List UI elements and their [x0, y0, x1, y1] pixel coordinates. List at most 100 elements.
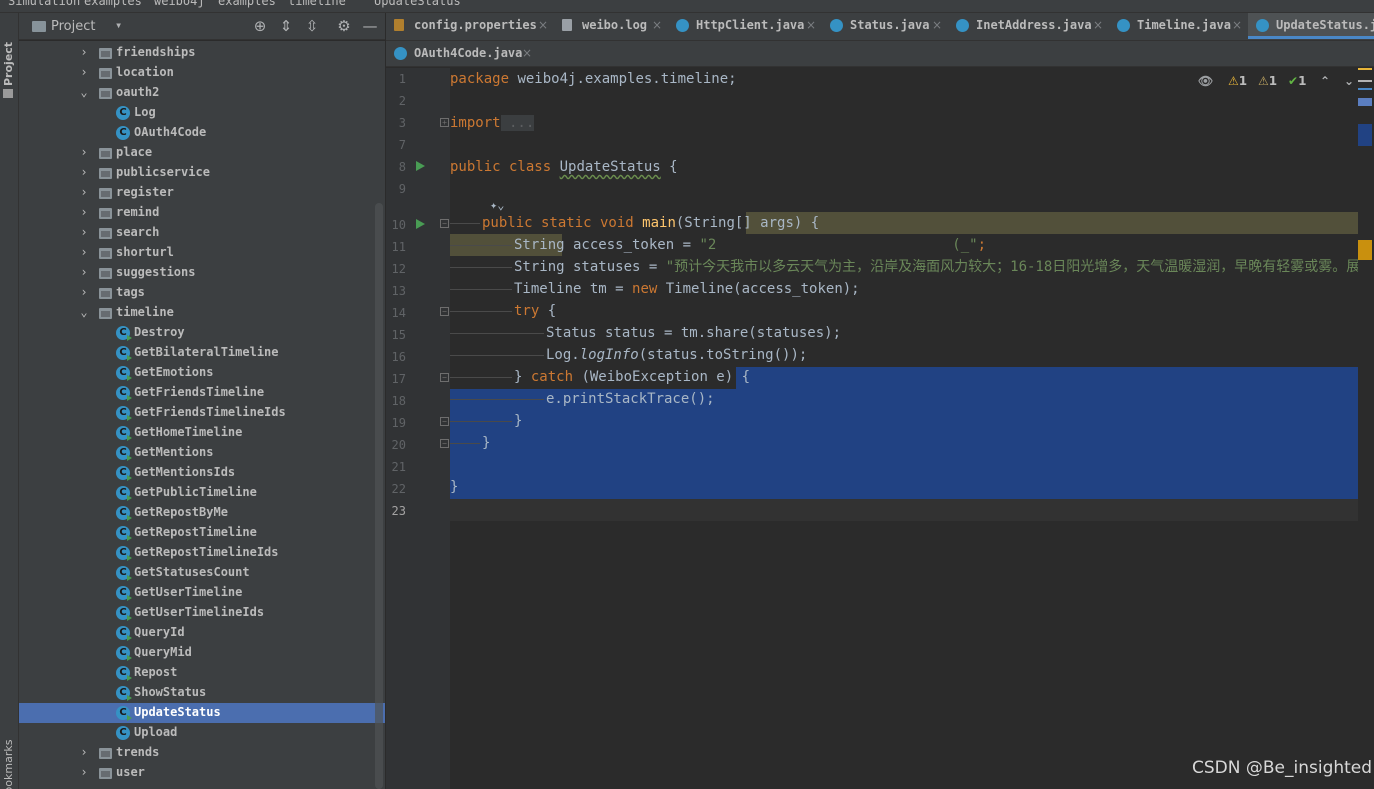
tree-item-getrepostbyme[interactable]: C GetRepostByMe	[19, 503, 385, 523]
stripe-mark[interactable]	[1358, 80, 1372, 82]
breadcrumb-item[interactable]: timeline	[288, 0, 346, 8]
tree-item-location[interactable]: › location	[19, 63, 385, 83]
tree-item-getusertimelineids[interactable]: C GetUserTimelineIds	[19, 603, 385, 623]
chevron-right-icon[interactable]: ›	[78, 205, 90, 219]
close-icon[interactable]: ×	[1093, 18, 1103, 32]
intention-bulb-icon[interactable]: ✦⌄	[490, 198, 504, 212]
warning-counter[interactable]: ⚠1	[1228, 74, 1247, 88]
line-number[interactable]: 21	[386, 460, 406, 474]
tree-item-suggestions[interactable]: › suggestions	[19, 263, 385, 283]
line-number[interactable]: 9	[386, 182, 406, 196]
line-number[interactable]: 10	[386, 218, 406, 232]
reader-mode-icon[interactable]: 👁	[1198, 74, 1213, 88]
editor-tab[interactable]: OAuth4Code.java ×	[386, 41, 538, 67]
chevron-right-icon[interactable]: ›	[78, 165, 90, 179]
tree-item-remind[interactable]: › remind	[19, 203, 385, 223]
line-number[interactable]: 18	[386, 394, 406, 408]
weak-warning-counter[interactable]: ⚠1	[1258, 74, 1277, 88]
close-icon[interactable]: ×	[806, 18, 816, 32]
line-number[interactable]: 7	[386, 138, 406, 152]
line-number[interactable]: 1	[386, 72, 406, 86]
tree-item-tags[interactable]: › tags	[19, 283, 385, 303]
tree-item-destroy[interactable]: C Destroy	[19, 323, 385, 343]
chevron-right-icon[interactable]: ›	[78, 145, 90, 159]
run-gutter-icon[interactable]	[416, 219, 425, 229]
tree-item-oauth2[interactable]: ⌄ oauth2	[19, 83, 385, 103]
editor-tab[interactable]: config.properties ×	[386, 13, 554, 39]
chevron-right-icon[interactable]: ›	[78, 65, 90, 79]
tree-item-getfriendstimeline[interactable]: C GetFriendsTimeline	[19, 383, 385, 403]
editor-tab[interactable]: weibo.log ×	[554, 13, 668, 39]
line-number[interactable]: 14	[386, 306, 406, 320]
error-stripe[interactable]	[1358, 68, 1374, 789]
fold-marker-icon[interactable]: −	[440, 219, 449, 228]
tree-item-getemotions[interactable]: C GetEmotions	[19, 363, 385, 383]
line-number[interactable]: 17	[386, 372, 406, 386]
tree-item-trends[interactable]: › trends	[19, 743, 385, 763]
close-icon[interactable]: ×	[538, 18, 548, 32]
chevron-down-icon[interactable]: ▾	[115, 18, 122, 32]
chevron-right-icon[interactable]: ›	[78, 285, 90, 299]
tree-item-user[interactable]: › user	[19, 763, 385, 783]
tree-item-getpublictimeline[interactable]: C GetPublicTimeline	[19, 483, 385, 503]
close-icon[interactable]: ×	[932, 18, 942, 32]
tree-item-getstatusescount[interactable]: C GetStatusesCount	[19, 563, 385, 583]
line-number[interactable]: 13	[386, 284, 406, 298]
fold-marker-icon[interactable]: −	[440, 307, 449, 316]
fold-marker-icon[interactable]: −	[440, 439, 449, 448]
tree-item-gethometimeline[interactable]: C GetHomeTimeline	[19, 423, 385, 443]
line-number[interactable]: 3	[386, 116, 406, 130]
expand-all-icon[interactable]: ⇕	[277, 17, 295, 35]
chevron-right-icon[interactable]: ›	[78, 45, 90, 59]
tree-item-getfriendstimelineids[interactable]: C GetFriendsTimelineIds	[19, 403, 385, 423]
breadcrumb-item[interactable]: Simulation	[8, 0, 80, 8]
tree-item-getreposttimelineids[interactable]: C GetRepostTimelineIds	[19, 543, 385, 563]
locate-icon[interactable]: ⊕	[251, 17, 269, 35]
breadcrumb-item[interactable]: examples	[218, 0, 276, 8]
line-number[interactable]: 16	[386, 350, 406, 364]
breadcrumb-item[interactable]: weibo4j	[154, 0, 205, 8]
tree-item-getreposttimeline[interactable]: C GetRepostTimeline	[19, 523, 385, 543]
tree-item-getmentions[interactable]: C GetMentions	[19, 443, 385, 463]
stripe-mark[interactable]	[1358, 88, 1372, 90]
tree-item-publicservice[interactable]: › publicservice	[19, 163, 385, 183]
tree-item-upload[interactable]: C Upload	[19, 723, 385, 743]
tree-item-friendships[interactable]: › friendships	[19, 43, 385, 63]
line-number[interactable]: 23	[386, 504, 406, 518]
tree-scrollbar[interactable]	[375, 203, 383, 789]
line-number[interactable]: 19	[386, 416, 406, 430]
tree-item-repost[interactable]: C Repost	[19, 663, 385, 683]
folded-imports[interactable]: ...	[500, 115, 535, 131]
tree-item-shorturl[interactable]: › shorturl	[19, 243, 385, 263]
close-icon[interactable]: ×	[652, 18, 662, 32]
stripe-mark[interactable]	[1358, 98, 1372, 106]
tree-item-timeline[interactable]: ⌄ timeline	[19, 303, 385, 323]
breadcrumb-item[interactable]: examples	[84, 0, 142, 8]
close-icon[interactable]: ×	[1232, 18, 1242, 32]
editor-tab[interactable]: HttpClient.java ×	[668, 13, 822, 39]
line-number[interactable]: 12	[386, 262, 406, 276]
chevron-right-icon[interactable]: ›	[78, 245, 90, 259]
chevron-right-icon[interactable]: ›	[78, 745, 90, 759]
stripe-mark[interactable]	[1358, 124, 1372, 146]
editor-tab[interactable]: Timeline.java ×	[1109, 13, 1248, 39]
tree-item-place[interactable]: › place	[19, 143, 385, 163]
run-gutter-icon[interactable]	[416, 161, 425, 171]
tree-item-updatestatus[interactable]: C UpdateStatus	[19, 703, 385, 723]
collapse-all-icon[interactable]: ⇳	[303, 17, 321, 35]
tree-item-getusertimeline[interactable]: C GetUserTimeline	[19, 583, 385, 603]
tree-item-queryid[interactable]: C QueryId	[19, 623, 385, 643]
chevron-right-icon[interactable]: ›	[78, 185, 90, 199]
stripe-mark[interactable]	[1358, 240, 1372, 260]
line-number[interactable]: 15	[386, 328, 406, 342]
chevron-down-icon[interactable]: ⌄	[78, 85, 90, 99]
chevron-right-icon[interactable]: ›	[78, 265, 90, 279]
breadcrumb-item[interactable]: UpdateStatus	[374, 0, 461, 8]
chevron-right-icon[interactable]: ›	[78, 765, 90, 779]
chevron-down-icon[interactable]: ⌄	[78, 305, 90, 319]
ok-counter[interactable]: ✔1	[1288, 74, 1306, 88]
editor-tab[interactable]: InetAddress.java ×	[948, 13, 1109, 39]
line-number[interactable]: 8	[386, 160, 406, 174]
fold-marker-icon[interactable]: −	[440, 417, 449, 426]
tree-item-getmentionsids[interactable]: C GetMentionsIds	[19, 463, 385, 483]
